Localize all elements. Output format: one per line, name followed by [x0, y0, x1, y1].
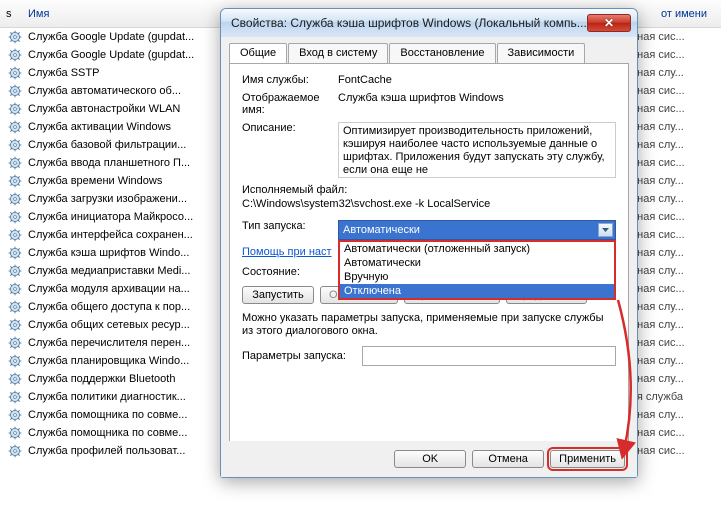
gear-icon: [6, 282, 24, 296]
gear-icon: [6, 156, 24, 170]
row-tail: льная слу...: [625, 139, 715, 151]
row-tail: льная слу...: [625, 355, 715, 367]
row-tail: льная сис...: [625, 157, 715, 169]
startup-type-dropdown[interactable]: Автоматически (отложенный запуск)Автомат…: [338, 240, 616, 300]
start-button[interactable]: Запустить: [242, 286, 314, 304]
row-tail: льная сис...: [625, 229, 715, 241]
tab-logon[interactable]: Вход в систему: [288, 43, 388, 63]
dropdown-option[interactable]: Вручную: [340, 270, 614, 284]
row-tail: льная слу...: [625, 193, 715, 205]
gear-icon: [6, 372, 24, 386]
row-tail: льная слу...: [625, 373, 715, 385]
gear-icon: [6, 264, 24, 278]
tab-page-general: Имя службы: FontCache Отображаемое имя: …: [229, 63, 629, 451]
dropdown-option[interactable]: Автоматически (отложенный запуск): [340, 242, 614, 256]
value-service-name: FontCache: [338, 74, 616, 86]
close-button[interactable]: ✕: [587, 14, 631, 32]
gear-icon: [6, 210, 24, 224]
row-tail: льная слу...: [625, 319, 715, 331]
row-tail: льная слу...: [625, 121, 715, 133]
gear-icon: [6, 444, 24, 458]
gear-icon: [6, 390, 24, 404]
value-display-name: Служба кэша шрифтов Windows: [338, 92, 616, 116]
label-executable: Исполняемый файл:: [242, 184, 347, 196]
gear-icon: [6, 336, 24, 350]
row-tail: льная сис...: [625, 211, 715, 223]
label-state: Состояние:: [242, 266, 338, 278]
gear-icon: [6, 408, 24, 422]
start-params-input[interactable]: [362, 346, 616, 366]
help-link[interactable]: Помощь при наст: [242, 246, 332, 258]
startup-type-combo-wrap: Автоматически Автоматически (отложенный …: [338, 220, 616, 240]
gear-icon: [6, 84, 24, 98]
gear-icon: [6, 228, 24, 242]
tab-strip: Общие Вход в систему Восстановление Зави…: [221, 37, 637, 63]
label-display-name: Отображаемое имя:: [242, 92, 338, 116]
row-tail: льная сис...: [625, 337, 715, 349]
gear-icon: [6, 246, 24, 260]
row-tail: льная сис...: [625, 283, 715, 295]
row-tail: льная слу...: [625, 247, 715, 259]
row-tail: льная слу...: [625, 265, 715, 277]
gear-icon: [6, 192, 24, 206]
row-tail: льная сис...: [625, 103, 715, 115]
description-text: Оптимизирует производительность приложен…: [338, 122, 616, 178]
start-params-hint: Можно указать параметры запуска, применя…: [242, 312, 616, 338]
gear-icon: [6, 174, 24, 188]
dropdown-option[interactable]: Отключена: [340, 284, 614, 298]
apply-button[interactable]: Применить: [550, 450, 625, 468]
row-tail: льная сис...: [625, 49, 715, 61]
gear-icon: [6, 120, 24, 134]
properties-dialog: Свойства: Служба кэша шрифтов Windows (Л…: [220, 8, 638, 478]
chevron-down-icon: [598, 223, 613, 237]
row-tail: льная сис...: [625, 427, 715, 439]
gear-icon: [6, 66, 24, 80]
gear-icon: [6, 30, 24, 44]
gear-icon: [6, 426, 24, 440]
tab-dependencies[interactable]: Зависимости: [497, 43, 586, 63]
gear-icon: [6, 354, 24, 368]
startup-type-combobox[interactable]: Автоматически: [338, 220, 616, 240]
row-tail: льная слу...: [625, 301, 715, 313]
tab-recovery[interactable]: Восстановление: [389, 43, 495, 63]
gear-icon: [6, 102, 24, 116]
value-executable-path: C:\Windows\system32\svchost.exe -k Local…: [242, 198, 616, 210]
gear-icon: [6, 318, 24, 332]
row-tail: льная слу...: [625, 67, 715, 79]
label-start-params: Параметры запуска:: [242, 350, 362, 362]
row-tail: льная слу...: [625, 175, 715, 187]
close-icon: ✕: [604, 16, 614, 30]
header-left-fragment: s: [6, 8, 24, 20]
row-tail: вая служба: [625, 391, 715, 403]
row-tail: льная сис...: [625, 445, 715, 457]
dialog-titlebar[interactable]: Свойства: Служба кэша шрифтов Windows (Л…: [221, 9, 637, 37]
gear-icon: [6, 48, 24, 62]
column-right-fragment: от имени: [635, 8, 715, 20]
gear-icon: [6, 138, 24, 152]
dialog-title: Свойства: Служба кэша шрифтов Windows (Л…: [227, 16, 587, 30]
label-service-name: Имя службы:: [242, 74, 338, 86]
cancel-button[interactable]: Отмена: [472, 450, 544, 468]
dropdown-option[interactable]: Автоматически: [340, 256, 614, 270]
dialog-footer: OK Отмена Применить: [221, 441, 637, 477]
ok-button[interactable]: OK: [394, 450, 466, 468]
tab-general[interactable]: Общие: [229, 43, 287, 63]
row-tail: льная сис...: [625, 85, 715, 97]
label-startup-type: Тип запуска:: [242, 220, 338, 240]
label-description: Описание:: [242, 122, 338, 178]
gear-icon: [6, 300, 24, 314]
row-tail: льная слу...: [625, 409, 715, 421]
row-tail: льная сис...: [625, 31, 715, 43]
startup-type-selected: Автоматически: [343, 224, 420, 236]
